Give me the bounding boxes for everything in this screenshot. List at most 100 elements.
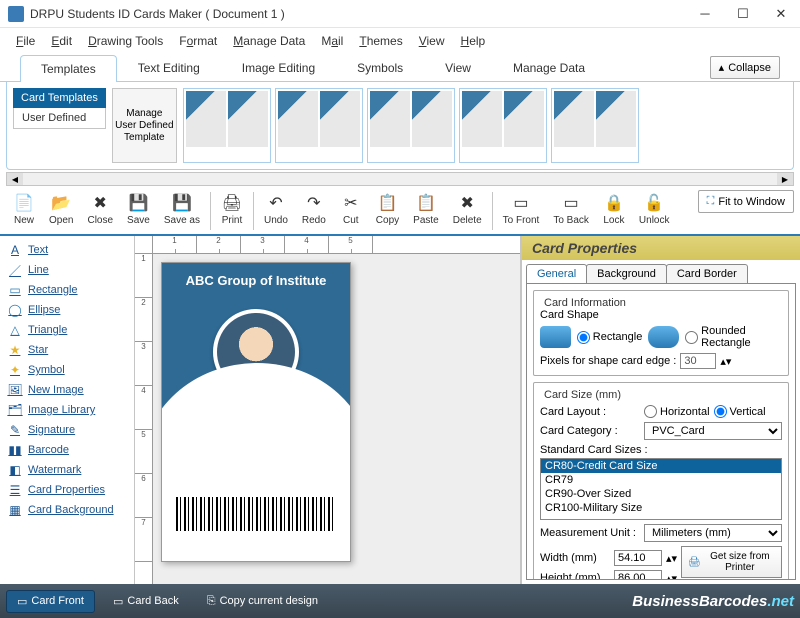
palette-text[interactable]: AText [2, 240, 132, 260]
card-templates-item[interactable]: Card Templates [13, 88, 106, 108]
palette-image-library[interactable]: 🗂Image Library [2, 400, 132, 420]
template-thumb[interactable] [459, 88, 547, 163]
scroll-right-icon[interactable]: ▶ [777, 173, 793, 185]
template-thumb[interactable] [367, 88, 455, 163]
open-button[interactable]: 📂Open [42, 190, 80, 228]
palette-symbol[interactable]: ✦Symbol [2, 360, 132, 380]
collapse-button[interactable]: ▴ Collapse [710, 56, 780, 79]
paste-button[interactable]: 📋Paste [406, 190, 446, 228]
close-file-button[interactable]: ✖Close [80, 190, 120, 228]
tab-text-editing[interactable]: Text Editing [117, 54, 221, 81]
spinner-icon[interactable]: ▴▾ [666, 572, 677, 580]
save-button[interactable]: 💾Save [120, 190, 157, 228]
symbol-icon: ✦ [8, 363, 22, 377]
print-button[interactable]: 🖨Print [214, 190, 250, 228]
template-thumb[interactable] [275, 88, 363, 163]
list-item[interactable]: CR100-Military Size [541, 501, 781, 515]
menu-help[interactable]: Help [455, 32, 492, 50]
titlebar: DRPU Students ID Cards Maker ( Document … [0, 0, 800, 28]
maximize-button[interactable]: ☐ [724, 0, 762, 28]
new-image-icon: 🖼 [8, 383, 22, 397]
to-front-button[interactable]: ▭To Front [496, 190, 547, 228]
get-size-from-printer-button[interactable]: 🖨 Get size from Printer [681, 546, 782, 578]
user-defined-item[interactable]: User Defined [13, 108, 106, 129]
bg-icon: ▦ [8, 503, 22, 517]
tab-symbols[interactable]: Symbols [336, 54, 424, 81]
spinner-icon[interactable]: ▴▾ [720, 355, 731, 368]
tab-view[interactable]: View [424, 54, 492, 81]
palette-line[interactable]: ／Line [2, 260, 132, 280]
menu-mail[interactable]: Mail [315, 32, 349, 50]
unit-select[interactable]: Milimeters (mm) [644, 524, 782, 542]
palette-watermark[interactable]: ◧Watermark [2, 460, 132, 480]
palette-barcode[interactable]: ▮▮Barcode [2, 440, 132, 460]
radio-horizontal[interactable]: Horizontal [644, 405, 710, 418]
list-item[interactable]: CR80-Credit Card Size [541, 459, 781, 473]
window-title: DRPU Students ID Cards Maker ( Document … [30, 7, 686, 21]
copy-icon: 📋 [376, 192, 398, 214]
tab-templates[interactable]: Templates [20, 55, 117, 82]
design-canvas[interactable]: ABC Group of Institute Jones Wilson JW-2… [153, 254, 520, 584]
palette-rectangle[interactable]: ▭Rectangle [2, 280, 132, 300]
id-card[interactable]: ABC Group of Institute Jones Wilson JW-2… [161, 262, 351, 562]
save-as-button[interactable]: 💾Save as [157, 190, 207, 228]
height-input[interactable] [614, 570, 662, 580]
tab-image-editing[interactable]: Image Editing [221, 54, 336, 81]
menu-view[interactable]: View [413, 32, 451, 50]
radio-rectangle[interactable]: Rectangle [577, 331, 643, 344]
menu-themes[interactable]: Themes [353, 32, 408, 50]
menu-drawing-tools[interactable]: Drawing Tools [82, 32, 169, 50]
palette-signature[interactable]: ✎Signature [2, 420, 132, 440]
card-front-button[interactable]: ▭ Card Front [6, 590, 95, 613]
cut-button[interactable]: ✂Cut [333, 190, 369, 228]
copy-design-button[interactable]: ⎘ Copy current design [197, 591, 328, 612]
scroll-left-icon[interactable]: ◀ [7, 173, 23, 185]
props-tab-border[interactable]: Card Border [666, 264, 748, 283]
palette-new-image[interactable]: 🖼New Image [2, 380, 132, 400]
palette-star[interactable]: ★Star [2, 340, 132, 360]
template-thumb[interactable] [183, 88, 271, 163]
palette-ellipse[interactable]: ◯Ellipse [2, 300, 132, 320]
undo-button[interactable]: ↶Undo [257, 190, 295, 228]
category-select[interactable]: PVC_Card [644, 422, 782, 440]
menu-format[interactable]: Format [173, 32, 223, 50]
delete-button[interactable]: ✖Delete [446, 190, 489, 228]
card-properties-panel: Card Properties General Background Card … [520, 236, 800, 584]
radio-rounded[interactable]: Rounded Rectangle [685, 325, 782, 349]
lock-icon: 🔒 [603, 192, 625, 214]
card-back-button[interactable]: ▭ Card Back [103, 591, 189, 612]
spinner-icon[interactable]: ▴▾ [666, 552, 677, 565]
close-button[interactable]: ✕ [762, 0, 800, 28]
manage-user-defined-template-button[interactable]: Manage User Defined Template [112, 88, 177, 163]
redo-button[interactable]: ↷Redo [295, 190, 333, 228]
to-back-button[interactable]: ▭To Back [546, 190, 596, 228]
width-input[interactable] [614, 550, 662, 566]
menu-file[interactable]: File [10, 32, 41, 50]
std-sizes-listbox[interactable]: CR80-Credit Card Size CR79 CR90-Over Siz… [540, 458, 782, 520]
delete-icon: ✖ [456, 192, 478, 214]
std-sizes-label: Standard Card Sizes : [540, 444, 782, 456]
copy-button[interactable]: 📋Copy [369, 190, 406, 228]
lock-button[interactable]: 🔒Lock [596, 190, 632, 228]
templates-scrollbar[interactable]: ◀ ▶ [6, 172, 794, 186]
triangle-icon: △ [8, 323, 22, 337]
palette-card-background[interactable]: ▦Card Background [2, 500, 132, 520]
palette-card-properties[interactable]: ☰Card Properties [2, 480, 132, 500]
fit-to-window-button[interactable]: ⛶ Fit to Window [698, 190, 794, 213]
props-tab-general[interactable]: General [526, 264, 587, 283]
app-icon [8, 6, 24, 22]
tab-manage-data[interactable]: Manage Data [492, 54, 606, 81]
menu-manage-data[interactable]: Manage Data [227, 32, 311, 50]
palette-triangle[interactable]: △Triangle [2, 320, 132, 340]
minimize-button[interactable]: ─ [686, 0, 724, 28]
list-item[interactable]: CR90-Over Sized [541, 487, 781, 501]
radio-vertical[interactable]: Vertical [714, 405, 766, 418]
props-icon: ☰ [8, 483, 22, 497]
list-item[interactable]: CR79 [541, 473, 781, 487]
template-thumb[interactable] [551, 88, 639, 163]
fit-icon: ⛶ [707, 195, 715, 208]
unlock-button[interactable]: 🔓Unlock [632, 190, 677, 228]
new-button[interactable]: 📄New [6, 190, 42, 228]
menu-edit[interactable]: Edit [45, 32, 78, 50]
props-tab-background[interactable]: Background [586, 264, 667, 283]
